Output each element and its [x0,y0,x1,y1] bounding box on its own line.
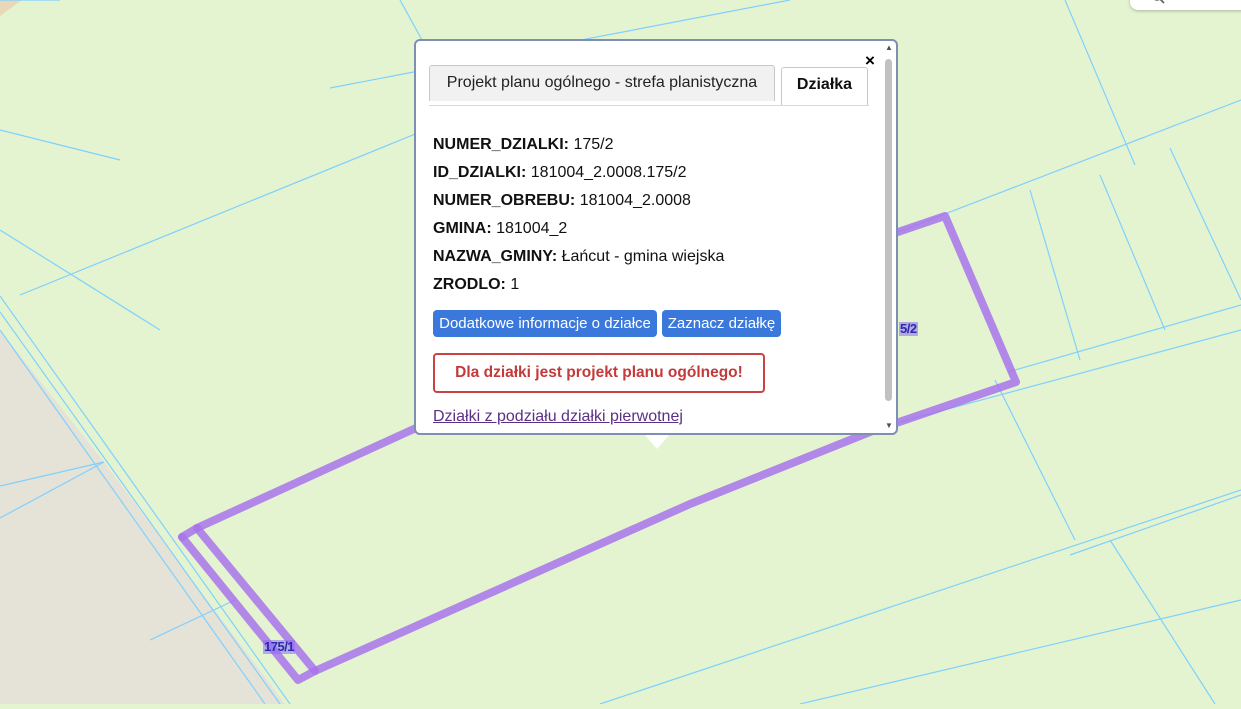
attribute-value: Łańcut - gmina wiejska [561,248,725,265]
attribute-list: NUMER_DZIALKI: 175/2 ID_DZIALKI: 181004_… [433,134,724,302]
attribute-key: ID_DZIALKI: [433,164,527,181]
search-icon[interactable] [1152,0,1166,4]
attribute-key: NUMER_OBREBU: [433,192,576,209]
attribute-value: 181004_2.0008.175/2 [530,164,687,181]
parcel-label: 5/2 [899,321,918,336]
attribute-value: 181004_2.0008 [579,192,691,209]
attribute-key: GMINA: [433,220,492,237]
parcel-label: 175/1 [263,639,296,654]
attribute-key: NAZWA_GMINY: [433,248,558,265]
attribute-value: 175/2 [573,136,614,153]
attribute-row: NUMER_DZIALKI: 175/2 [433,134,724,162]
map-search-control[interactable] [1130,0,1241,10]
plan-warning-badge: Dla działki jest projekt planu ogólnego! [433,353,765,393]
scroll-up-icon[interactable]: ▲ [884,43,894,53]
scroll-down-icon[interactable]: ▼ [884,421,894,431]
attribute-key: NUMER_DZIALKI: [433,136,569,153]
scroll-thumb[interactable] [885,59,892,401]
mark-parcel-button[interactable]: Zaznacz działkę [662,310,781,337]
popup-tip [644,434,670,449]
parcel-info-popup: × ▲ ▼ Projekt planu ogólnego - strefa pl… [414,39,898,435]
attribute-row: ID_DZIALKI: 181004_2.0008.175/2 [433,162,724,190]
attribute-key: ZRODLO: [433,276,506,293]
subdivided-parcels-link[interactable]: Działki z podziału działki pierwotnej [433,408,683,426]
popup-tabs: Projekt planu ogólnego - strefa planisty… [429,65,869,106]
attribute-row: GMINA: 181004_2 [433,218,724,246]
attribute-row: ZRODLO: 1 [433,274,724,302]
tab-projekt-planu[interactable]: Projekt planu ogólnego - strefa planisty… [429,65,775,101]
popup-scrollbar[interactable]: ▲ ▼ [882,43,896,433]
attribute-row: NUMER_OBREBU: 181004_2.0008 [433,190,724,218]
attribute-value: 181004_2 [496,220,568,237]
attribute-value: 1 [510,276,520,293]
parcel-details-button[interactable]: Dodatkowe informacje o działce [433,310,657,337]
attribute-row: NAZWA_GMINY: Łańcut - gmina wiejska [433,246,724,274]
tab-dzialka[interactable]: Działka [781,67,868,105]
